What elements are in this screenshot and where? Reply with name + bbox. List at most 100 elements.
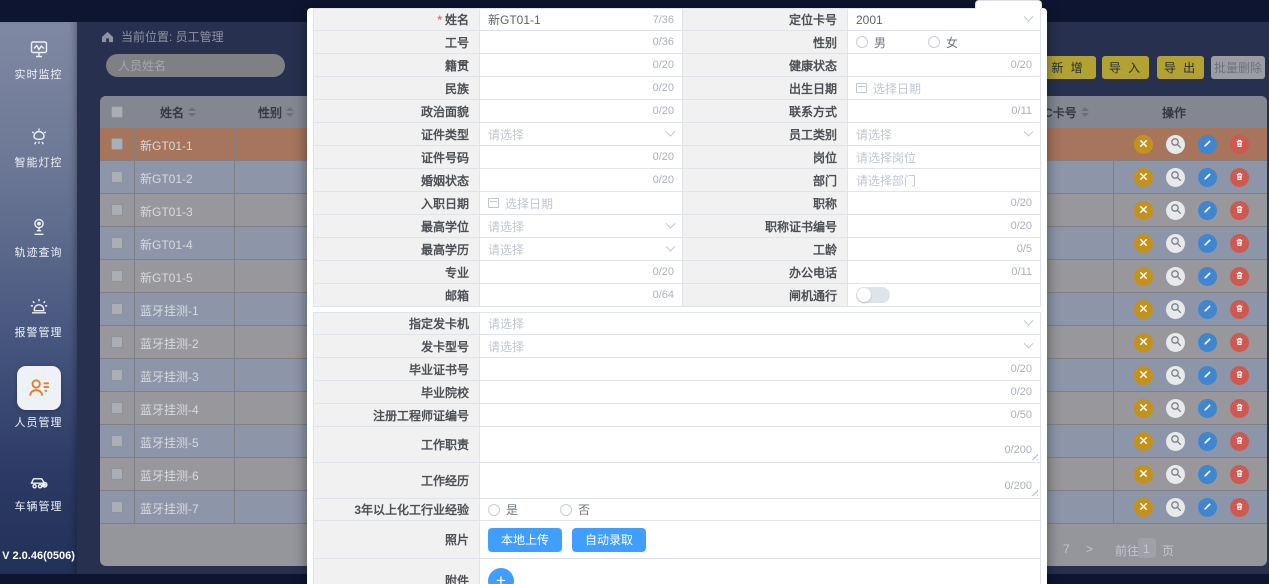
page-number-7[interactable]: 7 (1063, 542, 1070, 556)
card-action-button[interactable] (1134, 234, 1153, 253)
delete-button[interactable] (1230, 432, 1249, 451)
text-field[interactable]: 0/36 (480, 31, 683, 54)
text-field[interactable]: 0/20 (480, 146, 683, 169)
view-button[interactable] (1166, 399, 1185, 418)
textarea-field[interactable]: 0/200 (480, 427, 1041, 463)
view-button[interactable] (1166, 432, 1185, 451)
row-checkbox[interactable] (111, 204, 123, 216)
view-button[interactable] (1166, 465, 1185, 484)
card-action-button[interactable] (1134, 498, 1153, 517)
text-field[interactable]: 0/20 (848, 215, 1041, 238)
view-button[interactable] (1166, 201, 1185, 220)
textarea-field[interactable]: 0/200 (480, 463, 1041, 499)
text-field[interactable]: 0/20 (480, 54, 683, 77)
delete-button[interactable] (1230, 498, 1249, 517)
sidebar-item-light[interactable]: 智能灯控 (0, 124, 77, 170)
text-field[interactable]: 0/50 (480, 404, 1041, 427)
delete-button[interactable] (1230, 333, 1249, 352)
sort-carets-icon[interactable] (188, 107, 196, 117)
row-checkbox[interactable] (111, 171, 123, 183)
text-field[interactable]: 请选择岗位 (848, 146, 1041, 169)
text-field[interactable]: 新GT01-17/36 (480, 8, 683, 31)
text-field[interactable]: 0/20 (480, 358, 1041, 381)
date-picker-field[interactable]: 选择日期 (848, 77, 1041, 100)
edit-button[interactable] (1198, 135, 1217, 154)
edit-button[interactable] (1198, 498, 1217, 517)
text-field[interactable]: 0/11 (848, 261, 1041, 284)
text-field[interactable]: 0/11 (848, 100, 1041, 123)
sort-carets-icon[interactable] (1081, 107, 1089, 117)
radio-circle-icon[interactable] (488, 504, 500, 516)
local-upload-button[interactable]: 本地上传 (488, 528, 562, 552)
card-action-button[interactable] (1134, 465, 1153, 484)
row-checkbox[interactable] (111, 237, 123, 249)
edit-button[interactable] (1198, 465, 1217, 484)
sort-carets-icon[interactable] (286, 107, 294, 117)
view-button[interactable] (1166, 234, 1185, 253)
row-checkbox[interactable] (111, 402, 123, 414)
text-field[interactable]: 0/20 (848, 54, 1041, 77)
sidebar-item-monitor[interactable]: 实时监控 (0, 36, 77, 82)
column-header[interactable]: 姓名 (160, 96, 196, 128)
select-field[interactable]: 请选择 (480, 312, 1041, 335)
export-button[interactable]: 导 出 (1157, 56, 1204, 79)
row-checkbox[interactable] (111, 138, 123, 150)
text-field[interactable]: 0/20 (480, 261, 683, 284)
radio-option[interactable]: 是 (488, 501, 518, 518)
delete-button[interactable] (1230, 399, 1249, 418)
radio-option[interactable]: 男 (856, 34, 886, 51)
view-button[interactable] (1166, 333, 1185, 352)
edit-button[interactable] (1198, 201, 1217, 220)
text-field[interactable]: 0/5 (848, 238, 1041, 261)
row-checkbox[interactable] (111, 369, 123, 381)
row-checkbox[interactable] (111, 303, 123, 315)
radio-option[interactable]: 否 (560, 501, 590, 518)
row-checkbox[interactable] (111, 501, 123, 513)
import-button[interactable]: 导 入 (1102, 56, 1149, 79)
gate-access-toggle[interactable] (856, 287, 890, 303)
delete-button[interactable] (1230, 168, 1249, 187)
delete-button[interactable] (1230, 465, 1249, 484)
view-button[interactable] (1166, 267, 1185, 286)
select-field[interactable]: 请选择 (848, 123, 1041, 146)
edit-button[interactable] (1198, 168, 1217, 187)
text-field[interactable]: 0/20 (480, 169, 683, 192)
delete-button[interactable] (1230, 300, 1249, 319)
card-action-button[interactable] (1134, 300, 1153, 319)
delete-button[interactable] (1230, 267, 1249, 286)
row-checkbox[interactable] (111, 435, 123, 447)
text-field[interactable]: 0/20 (480, 77, 683, 100)
sidebar-item-person[interactable]: 人员管理 (0, 366, 77, 430)
delete-button[interactable] (1230, 135, 1249, 154)
row-checkbox[interactable] (111, 468, 123, 480)
column-header[interactable]: C卡号 (1044, 96, 1089, 128)
card-action-button[interactable] (1134, 399, 1153, 418)
row-checkbox[interactable] (111, 336, 123, 348)
card-action-button[interactable] (1134, 135, 1153, 154)
card-action-button[interactable] (1134, 333, 1153, 352)
edit-button[interactable] (1198, 234, 1217, 253)
card-action-button[interactable] (1134, 267, 1153, 286)
select-all-checkbox[interactable] (111, 106, 123, 118)
add-button[interactable]: 新 增 (1040, 56, 1096, 79)
view-button[interactable] (1166, 168, 1185, 187)
select-field[interactable]: 请选择 (480, 238, 683, 261)
sidebar-item-track[interactable]: 轨迹查询 (0, 214, 77, 260)
sidebar-item-alarm[interactable]: 报警管理 (0, 294, 77, 340)
delete-button[interactable] (1230, 234, 1249, 253)
date-picker-field[interactable]: 选择日期 (480, 192, 683, 215)
column-header[interactable]: 性别 (258, 96, 294, 128)
auto-capture-button[interactable]: 自动录取 (572, 528, 646, 552)
view-button[interactable] (1166, 366, 1185, 385)
sidebar-item-vehicle[interactable]: 车辆管理 (0, 468, 77, 514)
page-input-value[interactable]: 1 (1143, 542, 1150, 556)
text-field[interactable]: 0/20 (480, 100, 683, 123)
edit-button[interactable] (1198, 267, 1217, 286)
text-field[interactable]: 0/20 (848, 192, 1041, 215)
radio-circle-icon[interactable] (560, 504, 572, 516)
row-checkbox[interactable] (111, 270, 123, 282)
add-attachment-button[interactable]: + (488, 568, 514, 584)
card-action-button[interactable] (1134, 366, 1153, 385)
radio-option[interactable]: 女 (928, 34, 958, 51)
delete-button[interactable] (1230, 201, 1249, 220)
